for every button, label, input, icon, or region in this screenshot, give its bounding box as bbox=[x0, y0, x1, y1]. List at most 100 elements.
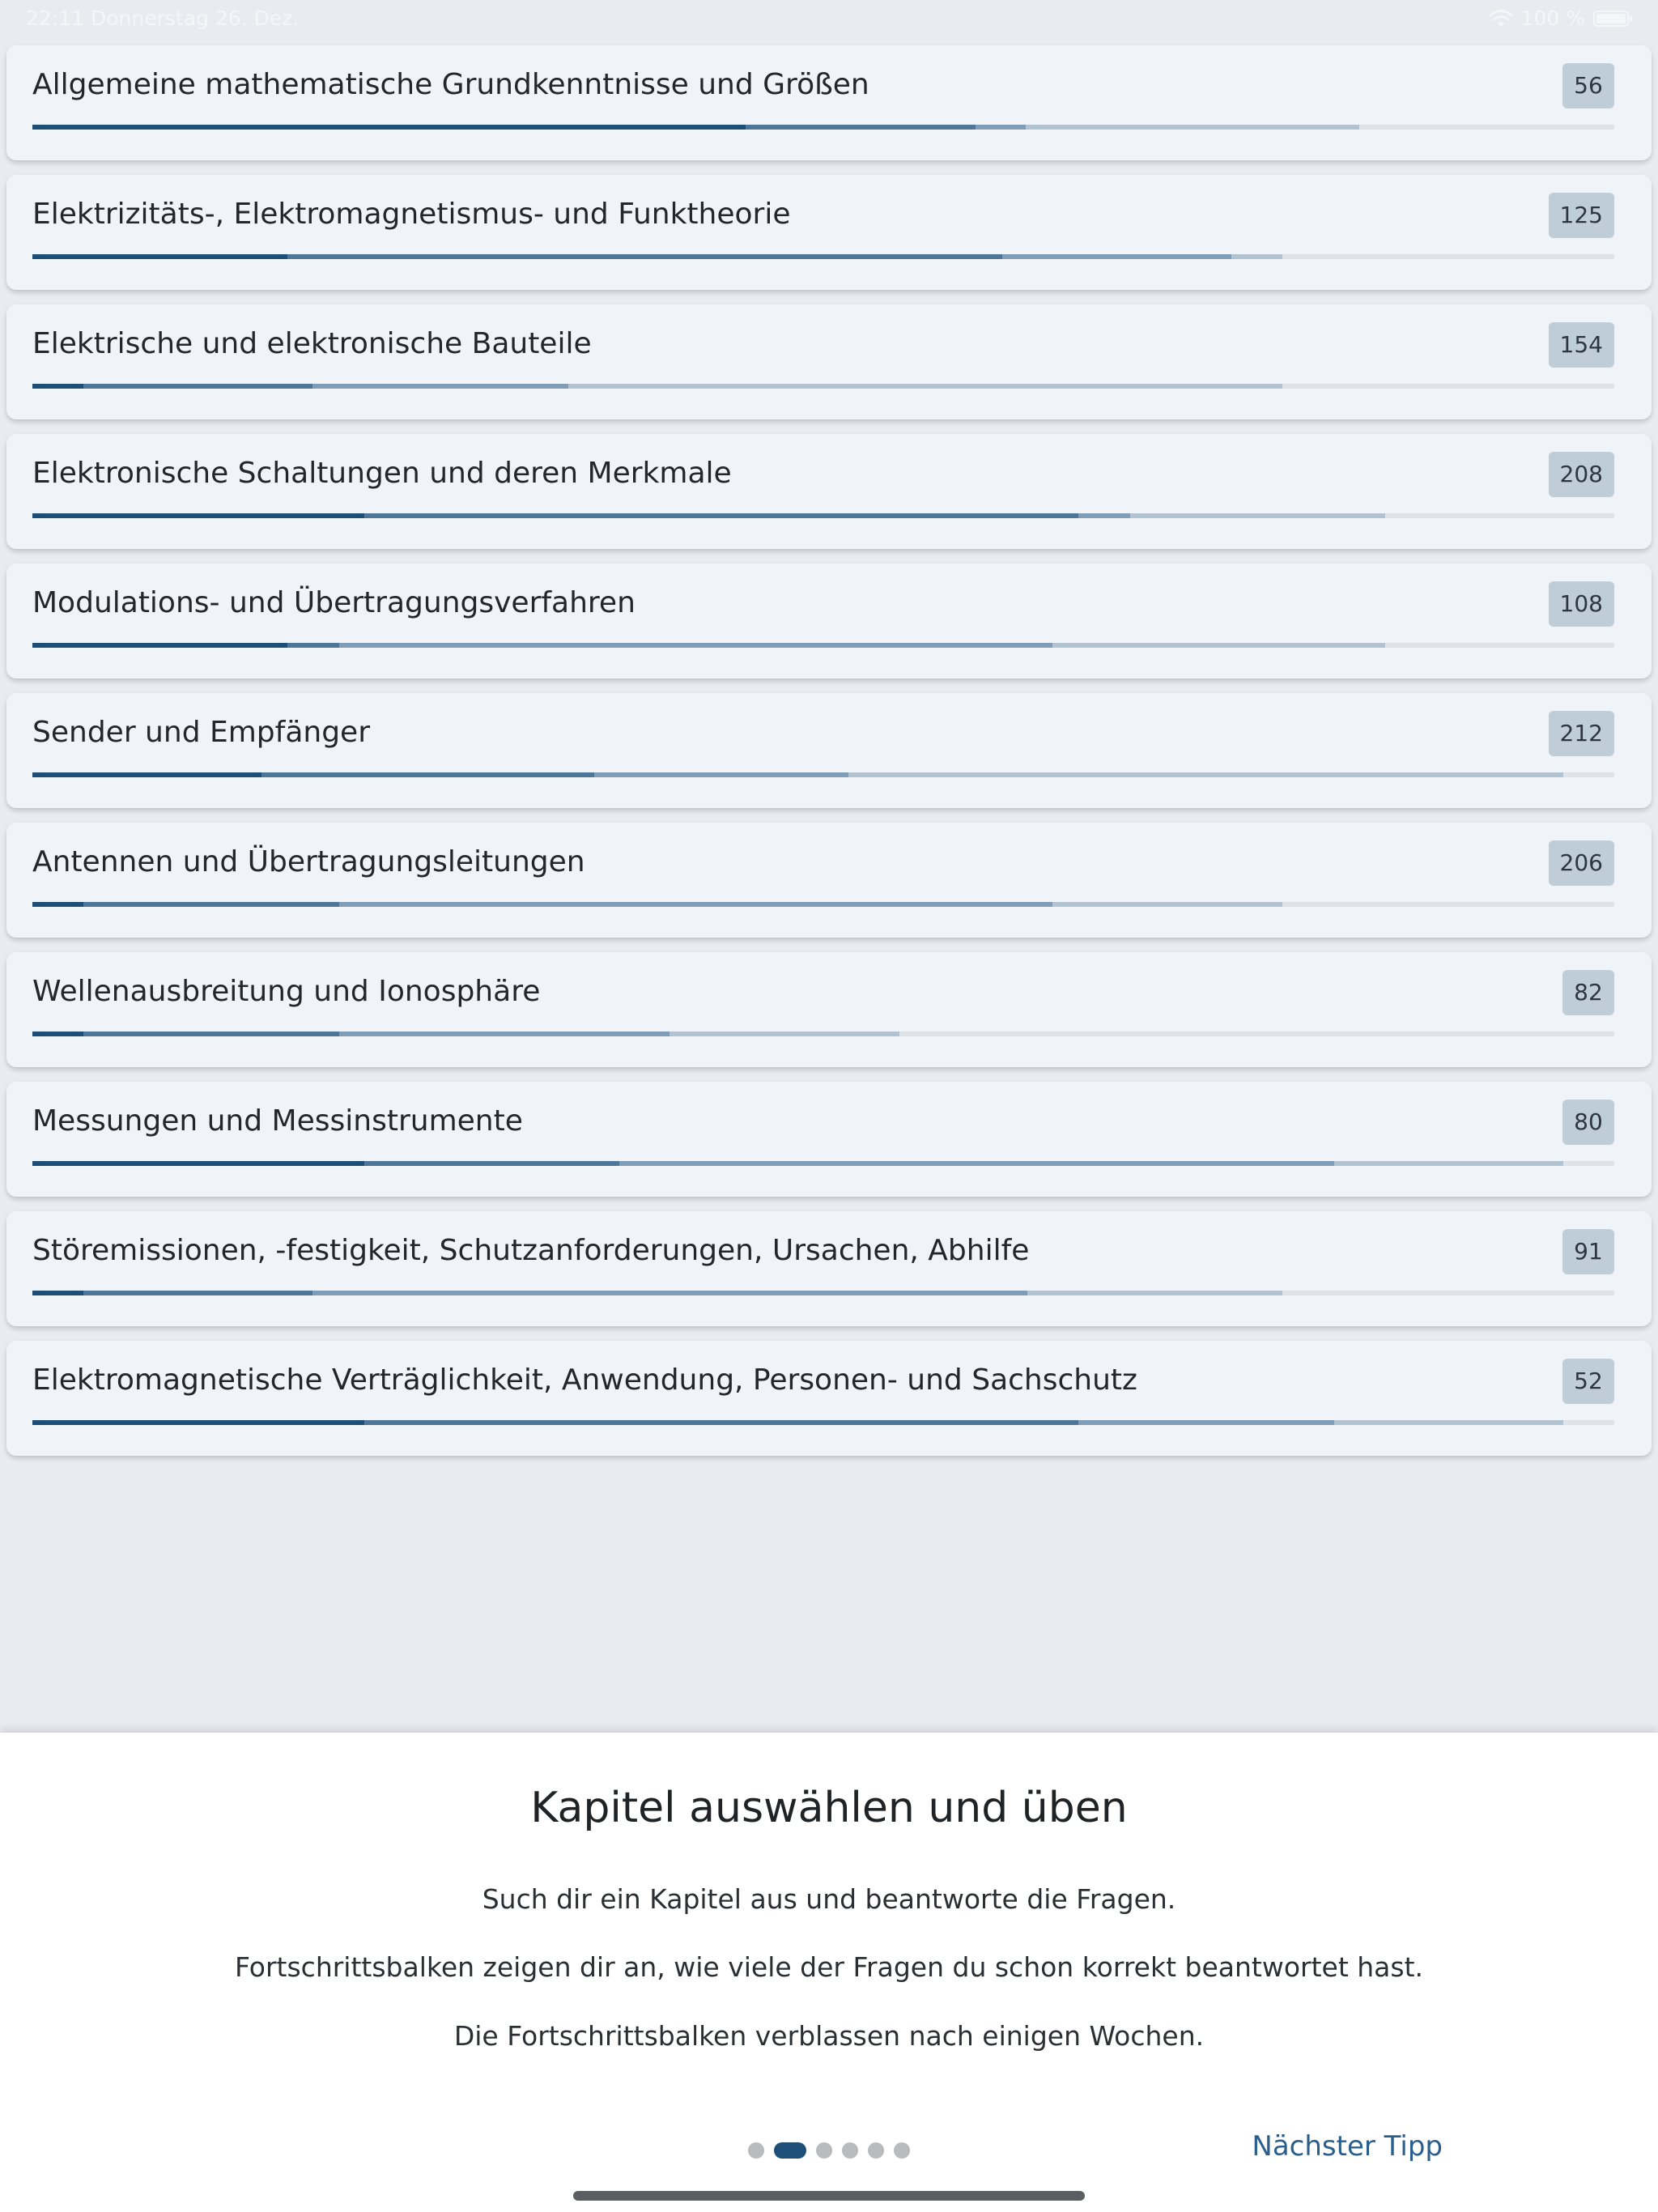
progress-segment bbox=[32, 384, 83, 389]
progress-segment bbox=[32, 254, 287, 259]
progress-segment bbox=[339, 643, 1053, 648]
progress-segment bbox=[32, 125, 746, 130]
question-count-badge: 91 bbox=[1562, 1229, 1614, 1274]
battery-icon bbox=[1593, 10, 1632, 27]
status-indicators: 100 % bbox=[1489, 6, 1632, 30]
progress-bar bbox=[32, 254, 1614, 259]
status-time: 22:11 bbox=[26, 6, 85, 30]
chapter-card[interactable]: Sender und Empfänger 212 bbox=[6, 693, 1652, 808]
progress-segment bbox=[975, 125, 1027, 130]
progress-segment bbox=[364, 1161, 619, 1166]
chapter-card[interactable]: Antennen und Übertragungsleitungen 206 bbox=[6, 823, 1652, 938]
status-date: Donnerstag 26. Dez. bbox=[91, 6, 300, 30]
battery-percentage: 100 % bbox=[1520, 6, 1585, 30]
progress-segment bbox=[1052, 643, 1385, 648]
tip-panel: Kapitel auswählen und üben Such dir ein … bbox=[0, 1733, 1658, 2212]
progress-bar bbox=[32, 1420, 1614, 1425]
progress-segment bbox=[83, 1291, 312, 1295]
progress-segment bbox=[746, 125, 976, 130]
chapter-title: Elektromagnetische Verträglichkeit, Anwe… bbox=[32, 1363, 1137, 1397]
progress-segment bbox=[619, 1161, 1335, 1166]
progress-segment bbox=[339, 902, 1053, 907]
progress-bar bbox=[32, 1291, 1614, 1295]
next-tip-button[interactable]: Nächster Tipp bbox=[1252, 2130, 1443, 2163]
question-count-badge: 125 bbox=[1548, 193, 1614, 238]
progress-segment bbox=[1001, 254, 1232, 259]
page-indicator[interactable] bbox=[748, 2142, 910, 2159]
chapter-card[interactable]: Messungen und Messinstrumente 80 bbox=[6, 1082, 1652, 1197]
chapter-title: Antennen und Übertragungsleitungen bbox=[32, 845, 585, 878]
question-count-badge: 82 bbox=[1562, 970, 1614, 1015]
home-indicator[interactable] bbox=[573, 2191, 1085, 2201]
progress-bar bbox=[32, 643, 1614, 648]
progress-segment bbox=[32, 772, 262, 777]
progress-bar bbox=[32, 772, 1614, 777]
progress-bar bbox=[32, 513, 1614, 518]
tip-paragraph: Fortschrittsbalken zeigen dir an, wie vi… bbox=[234, 1951, 1424, 1983]
progress-segment bbox=[568, 384, 1282, 389]
chapter-title: Elektronische Schaltungen und deren Merk… bbox=[32, 457, 732, 490]
chapter-title: Allgemeine mathematische Grundkenntnisse… bbox=[32, 68, 869, 101]
progress-segment bbox=[312, 1291, 1028, 1295]
question-count-badge: 56 bbox=[1562, 63, 1614, 108]
chapter-title: Elektrizitäts-, Elektromagnetismus- und … bbox=[32, 198, 791, 231]
question-count-badge: 208 bbox=[1548, 452, 1614, 497]
chapter-title: Modulations- und Übertragungsverfahren bbox=[32, 586, 636, 619]
chapter-title: Störemissionen, -festigkeit, Schutzanfor… bbox=[32, 1234, 1030, 1267]
progress-segment bbox=[670, 1032, 899, 1036]
wifi-icon bbox=[1489, 9, 1513, 27]
progress-segment bbox=[32, 1420, 365, 1425]
progress-segment bbox=[1026, 125, 1360, 130]
progress-bar bbox=[32, 1161, 1614, 1166]
chapter-card[interactable]: Elektromagnetische Verträglichkeit, Anwe… bbox=[6, 1341, 1652, 1456]
chapter-card[interactable]: Elektrische und elektronische Bauteile 15… bbox=[6, 304, 1652, 419]
page-dot[interactable] bbox=[868, 2142, 884, 2159]
progress-segment bbox=[83, 902, 340, 907]
progress-segment bbox=[1130, 513, 1385, 518]
chapter-title: Messungen und Messinstrumente bbox=[32, 1104, 523, 1138]
chapter-card[interactable]: Wellenausbreitung und Ionosphäre 82 bbox=[6, 952, 1652, 1067]
progress-segment bbox=[83, 384, 312, 389]
progress-segment bbox=[287, 254, 1002, 259]
progress-segment bbox=[339, 1032, 670, 1036]
progress-segment bbox=[32, 1291, 83, 1295]
progress-segment bbox=[1231, 254, 1282, 259]
chapter-card[interactable]: Modulations- und Übertragungsverfahren 10… bbox=[6, 564, 1652, 678]
page-dot[interactable] bbox=[816, 2142, 832, 2159]
chapter-card[interactable]: Elektronische Schaltungen und deren Merk… bbox=[6, 434, 1652, 549]
progress-segment bbox=[364, 513, 1078, 518]
chapter-card[interactable]: Elektrizitäts-, Elektromagnetismus- und … bbox=[6, 175, 1652, 290]
progress-segment bbox=[364, 1420, 1078, 1425]
question-count-badge: 154 bbox=[1548, 322, 1614, 368]
page-dot[interactable] bbox=[748, 2142, 764, 2159]
progress-bar bbox=[32, 384, 1614, 389]
progress-segment bbox=[32, 643, 287, 648]
progress-bar bbox=[32, 125, 1614, 130]
page-dot[interactable] bbox=[894, 2142, 910, 2159]
page-dot[interactable] bbox=[842, 2142, 858, 2159]
question-count-badge: 80 bbox=[1562, 1100, 1614, 1145]
progress-bar bbox=[32, 1032, 1614, 1036]
page-dot-active[interactable] bbox=[774, 2142, 806, 2159]
progress-segment bbox=[1334, 1161, 1564, 1166]
chapter-title: Elektrische und elektronische Bauteile bbox=[32, 327, 592, 360]
progress-segment bbox=[1078, 1420, 1335, 1425]
chapter-card[interactable]: Störemissionen, -festigkeit, Schutzanfor… bbox=[6, 1211, 1652, 1326]
chapter-list: Allgemeine mathematische Grundkenntnisse… bbox=[6, 45, 1652, 1470]
progress-bar bbox=[32, 902, 1614, 907]
progress-segment bbox=[287, 643, 340, 648]
progress-segment bbox=[1334, 1420, 1564, 1425]
progress-segment bbox=[261, 772, 594, 777]
progress-segment bbox=[1078, 513, 1131, 518]
progress-segment bbox=[593, 772, 849, 777]
progress-segment bbox=[83, 1032, 340, 1036]
question-count-badge: 206 bbox=[1548, 840, 1614, 886]
tip-title: Kapitel auswählen und üben bbox=[530, 1784, 1128, 1832]
tip-paragraph: Die Fortschrittsbalken verblassen nach e… bbox=[453, 2020, 1205, 2052]
progress-segment bbox=[1027, 1291, 1282, 1295]
progress-segment bbox=[1052, 902, 1282, 907]
progress-segment bbox=[32, 1161, 365, 1166]
question-count-badge: 52 bbox=[1562, 1359, 1614, 1404]
chapter-card[interactable]: Allgemeine mathematische Grundkenntnisse… bbox=[6, 45, 1652, 160]
progress-segment bbox=[32, 1032, 83, 1036]
